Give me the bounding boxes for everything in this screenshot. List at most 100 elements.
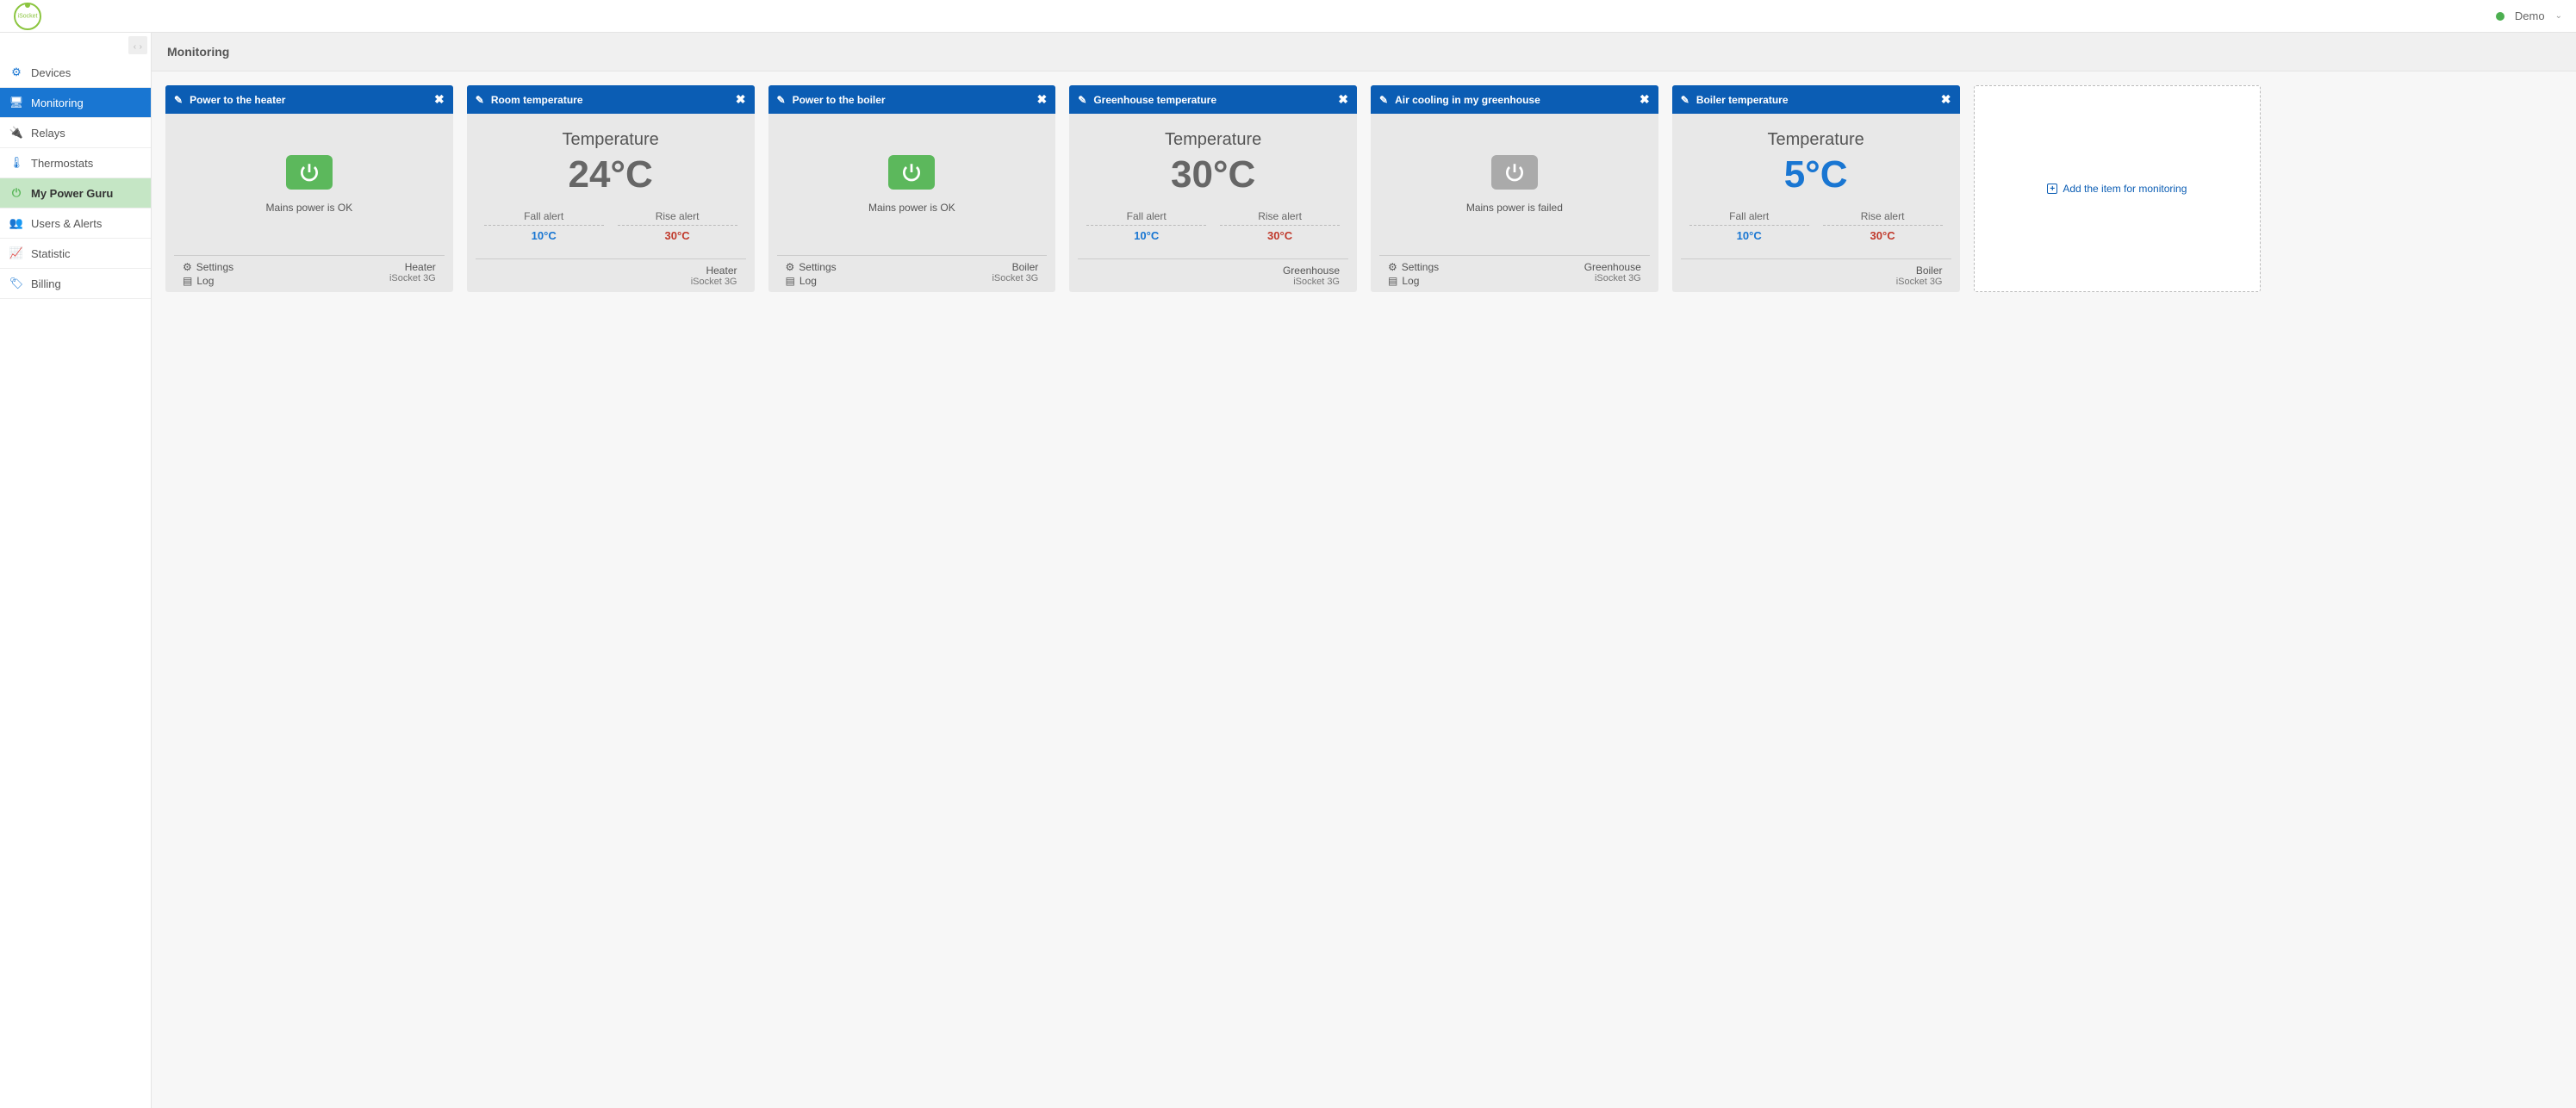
card-title: Power to the boiler (793, 94, 886, 106)
sidebar-item-label: Devices (31, 66, 71, 79)
edit-icon[interactable]: ✎ (1681, 94, 1689, 106)
card-title: Boiler temperature (1696, 94, 1789, 106)
sidebar-item-power-guru[interactable]: ⏻ My Power Guru (0, 178, 151, 209)
card-grid: ✎ Power to the heater ✖ Mains power is O… (152, 72, 2576, 306)
page-title: Monitoring (167, 45, 2560, 59)
logo[interactable]: iSocket (14, 3, 41, 30)
gear-icon: ⚙ (786, 261, 795, 273)
edit-icon[interactable]: ✎ (1379, 94, 1388, 106)
topbar: iSocket Demo ⌄ (0, 0, 2576, 33)
monitoring-card: ✎ Boiler temperature ✖ Temperature 5°C F… (1672, 85, 1960, 292)
device-model: iSocket 3G (389, 273, 436, 283)
card-footer: Boiler iSocket 3G (1681, 258, 1951, 292)
log-icon: ▤ (1388, 275, 1397, 287)
fall-alert-label: Fall alert (484, 210, 604, 226)
card-title: Air cooling in my greenhouse (1395, 94, 1540, 106)
logo-text: iSocket (18, 13, 38, 19)
sidebar-item-label: Billing (31, 277, 61, 290)
add-monitoring-item[interactable]: + Add the item for monitoring (1974, 85, 2262, 292)
card-footer: Heater iSocket 3G (476, 258, 746, 292)
alert-row: Fall alert 10°C Rise alert 30°C (1080, 210, 1347, 242)
monitoring-card: ✎ Power to the boiler ✖ Mains power is O… (768, 85, 1056, 292)
sidebar-item-statistic[interactable]: 📈 Statistic (0, 239, 151, 269)
device-model: iSocket 3G (1584, 273, 1641, 283)
users-icon: 👥 (10, 216, 22, 230)
card-body: Mains power is failed (1371, 114, 1658, 255)
edit-icon[interactable]: ✎ (476, 94, 484, 106)
sidebar: ‹ › ⚙ Devices 🖥 Monitoring 🔌 Relays 🌡 Th… (0, 33, 152, 1108)
temperature-value: 24°C (568, 153, 652, 196)
gears-icon: ⚙ (10, 65, 22, 79)
sidebar-item-users-alerts[interactable]: 👥 Users & Alerts (0, 209, 151, 239)
device-name: Greenhouse (1584, 261, 1641, 273)
power-status-icon (888, 155, 935, 190)
log-link[interactable]: ▤ Log (1388, 275, 1439, 287)
sidebar-item-thermostats[interactable]: 🌡 Thermostats (0, 148, 151, 178)
monitoring-card: ✎ Room temperature ✖ Temperature 24°C Fa… (467, 85, 755, 292)
edit-icon[interactable]: ✎ (1078, 94, 1086, 106)
card-body: Mains power is OK (165, 114, 453, 255)
plug-icon: 🔌 (10, 126, 22, 140)
sidebar-item-label: Monitoring (31, 96, 84, 109)
status-dot-icon (2496, 12, 2504, 21)
chevron-right-icon: › (140, 42, 142, 52)
sidebar-item-monitoring[interactable]: 🖥 Monitoring (0, 88, 151, 118)
log-link[interactable]: ▤ Log (183, 275, 233, 287)
sidebar-item-label: Statistic (31, 247, 71, 260)
thermometer-icon: 🌡 (10, 156, 22, 170)
log-icon: ▤ (183, 275, 192, 287)
close-icon[interactable]: ✖ (1640, 92, 1650, 107)
card-title: Greenhouse temperature (1093, 94, 1216, 106)
card-footer: Greenhouse iSocket 3G (1078, 258, 1348, 292)
sidebar-item-label: Relays (31, 127, 65, 140)
sidebar-item-relays[interactable]: 🔌 Relays (0, 118, 151, 148)
card-header: ✎ Greenhouse temperature ✖ (1069, 85, 1357, 114)
card-header: ✎ Power to the heater ✖ (165, 85, 453, 114)
monitor-icon: 🖥 (10, 96, 22, 109)
card-body: Temperature 5°C Fall alert 10°C Rise ale… (1672, 114, 1960, 258)
log-label: Log (1402, 275, 1419, 287)
user-menu[interactable]: Demo ⌄ (2496, 9, 2562, 22)
log-label: Log (800, 275, 817, 287)
temperature-value: 5°C (1784, 153, 1848, 196)
plus-icon: + (2047, 184, 2057, 194)
close-icon[interactable]: ✖ (1941, 92, 1951, 107)
close-icon[interactable]: ✖ (736, 92, 746, 107)
edit-icon[interactable]: ✎ (174, 94, 183, 106)
sidebar-item-devices[interactable]: ⚙ Devices (0, 58, 151, 88)
rise-alert-value: 30°C (1220, 229, 1340, 242)
fall-alert-label: Fall alert (1086, 210, 1206, 226)
settings-link[interactable]: ⚙ Settings (786, 261, 837, 273)
monitoring-card: ✎ Power to the heater ✖ Mains power is O… (165, 85, 453, 292)
power-status-text: Mains power is failed (1466, 202, 1563, 214)
card-title: Power to the heater (190, 94, 285, 106)
temperature-value: 30°C (1171, 153, 1255, 196)
card-footer: ⚙ Settings ▤ Log Boiler iSocket 3G (777, 255, 1048, 292)
card-footer: ⚙ Settings ▤ Log Greenhouse iSocket 3G (1379, 255, 1650, 292)
card-title: Room temperature (491, 94, 583, 106)
rise-alert-label: Rise alert (618, 210, 737, 226)
chevron-down-icon: ⌄ (2555, 11, 2562, 21)
settings-label: Settings (1402, 261, 1439, 273)
monitoring-card: ✎ Air cooling in my greenhouse ✖ Mains p… (1371, 85, 1658, 292)
device-name: Heater (389, 261, 436, 273)
close-icon[interactable]: ✖ (434, 92, 445, 107)
monitoring-card: ✎ Greenhouse temperature ✖ Temperature 3… (1069, 85, 1357, 292)
temperature-label: Temperature (562, 130, 658, 150)
settings-label: Settings (799, 261, 836, 273)
power-status-text: Mains power is OK (266, 202, 353, 214)
log-label: Log (196, 275, 214, 287)
sidebar-item-billing[interactable]: 🏷 Billing (0, 269, 151, 299)
edit-icon[interactable]: ✎ (777, 94, 786, 106)
settings-link[interactable]: ⚙ Settings (183, 261, 233, 273)
close-icon[interactable]: ✖ (1037, 92, 1048, 107)
gear-icon: ⚙ (183, 261, 192, 273)
close-icon[interactable]: ✖ (1338, 92, 1348, 107)
sidebar-collapse[interactable]: ‹ › (0, 33, 151, 58)
content: Monitoring ✎ Power to the heater ✖ Mains… (152, 33, 2576, 1108)
settings-link[interactable]: ⚙ Settings (1388, 261, 1439, 273)
rise-alert-value: 30°C (1823, 229, 1943, 242)
page-header: Monitoring (152, 33, 2576, 72)
device-name: Heater (691, 265, 737, 277)
log-link[interactable]: ▤ Log (786, 275, 837, 287)
